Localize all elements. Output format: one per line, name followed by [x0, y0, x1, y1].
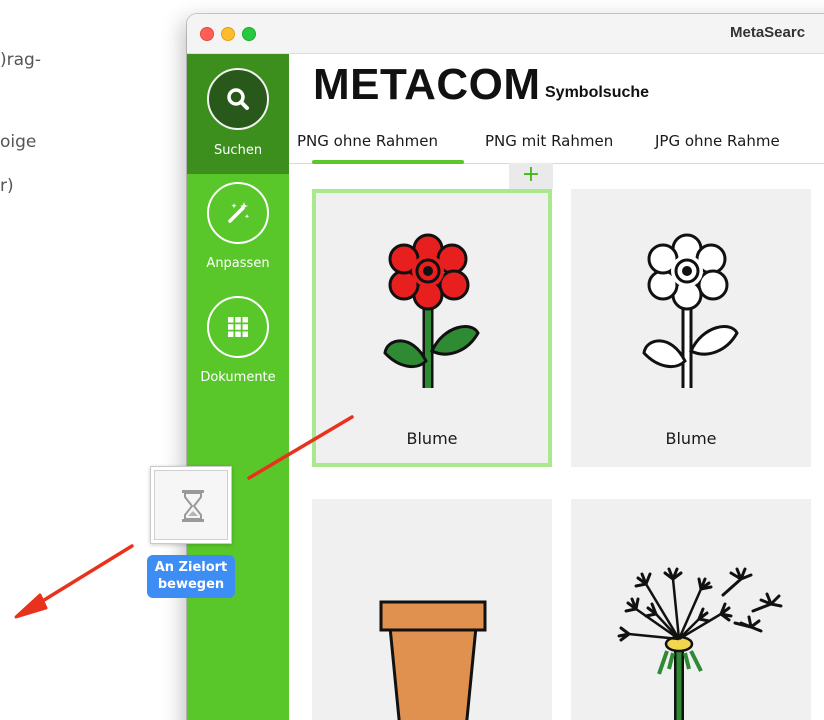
symbol-card-red-flower[interactable]: Blume [312, 189, 552, 467]
annotation-arrow-line [34, 544, 134, 607]
tab-png-mit-rahmen[interactable]: PNG mit Rahmen [485, 132, 613, 150]
add-symbol-button[interactable]: + [509, 163, 553, 189]
dandelion-icon [617, 567, 783, 720]
background-doc-line-2: oige [0, 132, 37, 152]
hourglass-icon [182, 490, 204, 522]
tab-jpg-ohne-rahmen[interactable]: JPG ohne Rahme [655, 132, 780, 150]
symbol-card-outline-flower[interactable]: Blume [571, 189, 811, 467]
sidebar-item-dokumente[interactable]: Dokumente [187, 296, 289, 406]
search-icon [207, 68, 269, 130]
brand-logo: METACOM [313, 60, 541, 109]
flower-pot-icon [379, 600, 487, 720]
arrowhead-icon [14, 593, 48, 619]
sidebar: Suchen Anpassen Dokumente [187, 54, 289, 720]
title-bar[interactable]: MetaSearc [187, 14, 824, 54]
app-window: MetaSearc Suchen Anpassen Dokumente META… [187, 14, 824, 720]
brand-subtitle: Symbolsuche [545, 84, 650, 101]
grid-icon [207, 296, 269, 358]
magic-wand-icon [207, 182, 269, 244]
drag-hint-badge: An Zielort bewegen [147, 555, 235, 598]
red-flower-icon [383, 233, 480, 388]
sidebar-item-label: Suchen [213, 143, 263, 158]
drag-preview-thumbnail[interactable] [150, 466, 232, 544]
close-window-button[interactable] [200, 27, 214, 41]
sidebar-item-label: Dokumente [200, 370, 276, 385]
background-doc-line-1: )rag- [0, 50, 41, 70]
sidebar-item-anpassen[interactable]: Anpassen [187, 182, 289, 292]
card-label: Blume [665, 429, 717, 448]
sidebar-item-suchen[interactable]: Suchen [187, 54, 289, 174]
card-label: Blume [406, 429, 458, 448]
symbol-card-dandelion[interactable] [571, 499, 811, 720]
format-tabs: PNG ohne Rahmen PNG mit Rahmen JPG ohne … [289, 122, 824, 164]
maximize-window-button[interactable] [242, 27, 256, 41]
window-title: MetaSearc [730, 24, 806, 41]
sidebar-item-label: Anpassen [206, 256, 270, 271]
background-doc-line-3: r) [0, 176, 14, 196]
drag-hint-line-1: An Zielort [154, 560, 228, 575]
minimize-window-button[interactable] [221, 27, 235, 41]
tab-png-ohne-rahmen[interactable]: PNG ohne Rahmen [297, 132, 438, 150]
outline-flower-icon [642, 233, 739, 388]
symbol-card-flower-pot[interactable] [312, 499, 552, 720]
active-tab-indicator [312, 160, 464, 164]
drag-hint-line-2: bewegen [157, 577, 225, 592]
